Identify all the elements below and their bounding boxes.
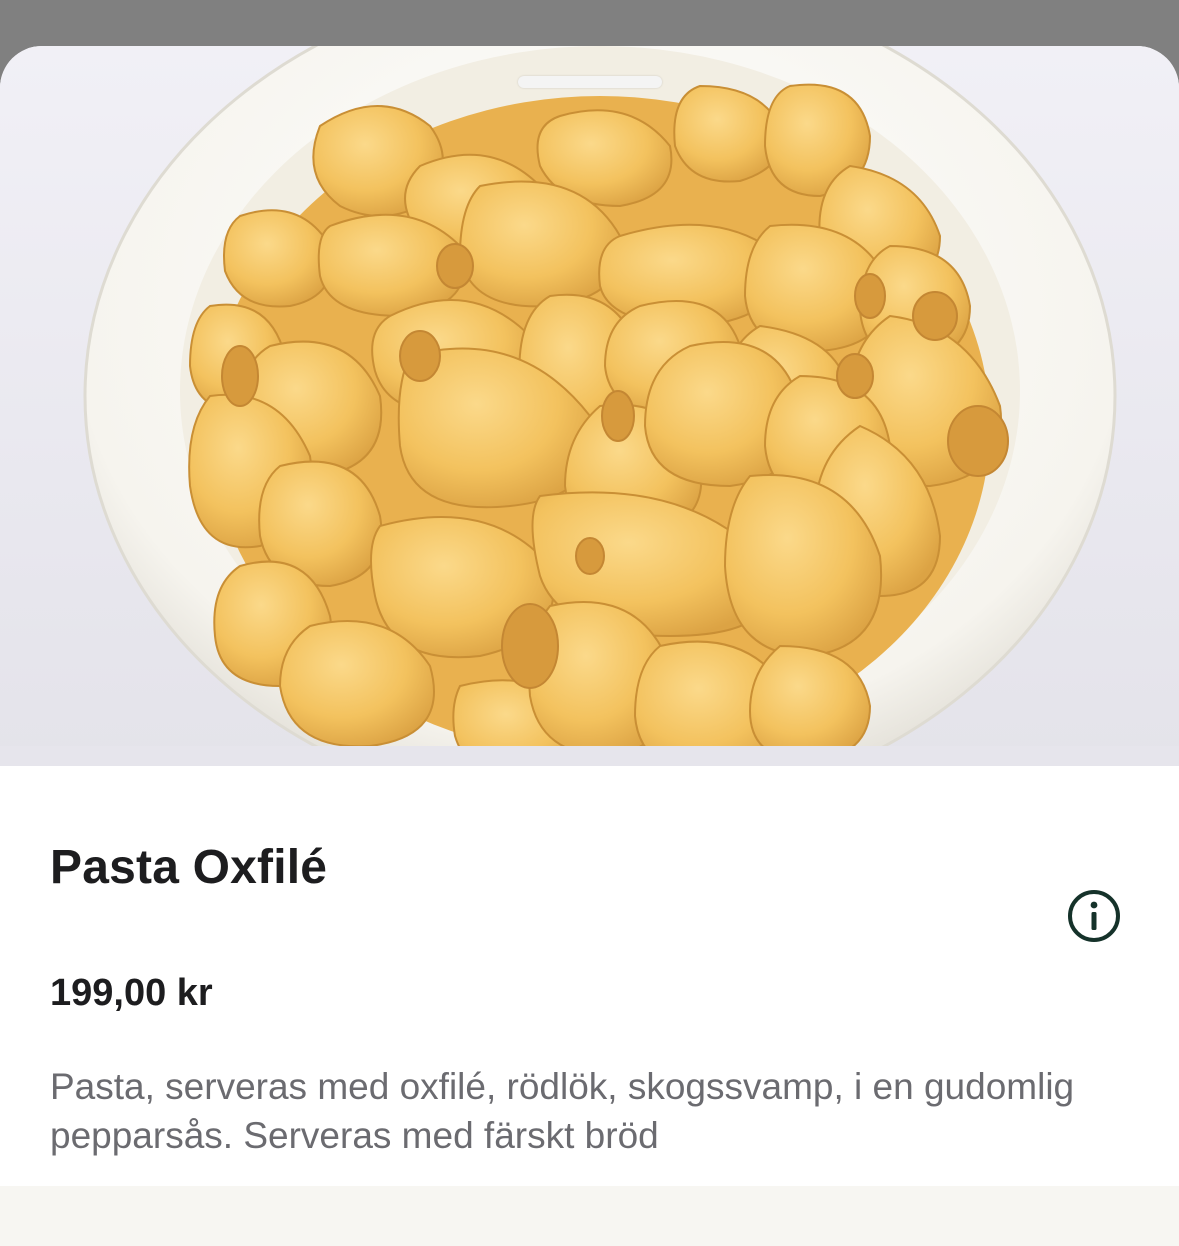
pasta-bowl-illustration <box>0 46 1179 766</box>
product-description: Pasta, serveras med oxfilé, rödlök, skog… <box>50 1066 1075 1156</box>
bottom-bar-area <box>0 1186 1179 1246</box>
sheet-grabber[interactable] <box>518 76 662 88</box>
info-icon <box>1068 890 1120 942</box>
info-button[interactable] <box>1066 888 1122 944</box>
product-image <box>0 46 1179 766</box>
product-title: Pasta Oxfilé <box>50 841 328 894</box>
product-price: 199,00 kr <box>50 972 213 1014</box>
product-sheet: Pasta Oxfilé 199,00 kr Pasta, serveras m… <box>0 46 1179 1246</box>
